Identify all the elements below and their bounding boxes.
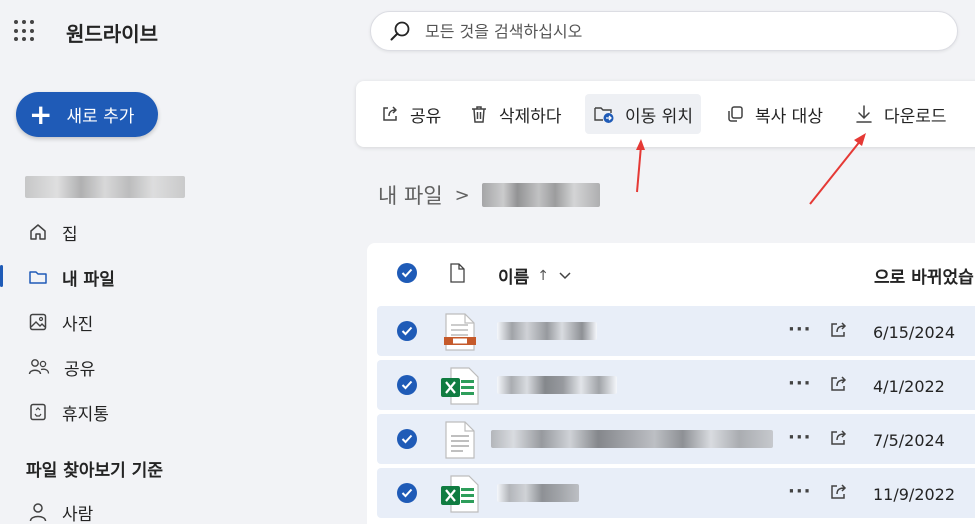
breadcrumb-current-redacted[interactable] bbox=[481, 183, 600, 207]
breadcrumb: 내 파일 > bbox=[378, 180, 600, 210]
breadcrumb-root[interactable]: 내 파일 bbox=[378, 180, 443, 210]
modified-date: 6/15/2024 bbox=[873, 323, 956, 342]
annotation-arrow-move bbox=[636, 139, 645, 193]
modified-date: 11/9/2022 bbox=[873, 485, 956, 504]
powerpoint-file-icon bbox=[444, 313, 476, 351]
trash-icon bbox=[472, 106, 486, 123]
sidebar-item-people[interactable]: 사람 bbox=[0, 492, 330, 524]
annotation-arrow-download bbox=[809, 133, 866, 205]
sidebar-item-label: 사진 bbox=[62, 314, 94, 335]
account-name-redacted bbox=[25, 176, 185, 198]
breadcrumb-separator: > bbox=[454, 184, 470, 206]
row-checkbox[interactable] bbox=[397, 375, 417, 395]
more-options-icon[interactable]: ··· bbox=[788, 319, 812, 340]
excel-file-icon bbox=[441, 475, 479, 513]
move-to-label: 이동 위치 bbox=[625, 106, 693, 127]
modified-date: 4/1/2022 bbox=[873, 377, 945, 396]
app-launcher-icon[interactable] bbox=[14, 20, 36, 42]
sort-ascending-icon: ↑ bbox=[537, 267, 550, 284]
folder-icon bbox=[29, 271, 47, 284]
column-name-label: 이름 bbox=[498, 268, 530, 288]
column-header-modified[interactable]: 으로 바뀌었습 bbox=[874, 263, 974, 288]
sidebar-item-label: 공유 bbox=[64, 359, 96, 380]
sidebar-item-label: 내 파일 bbox=[62, 269, 115, 290]
person-icon bbox=[29, 503, 47, 522]
row-checkbox[interactable] bbox=[397, 429, 417, 449]
chevron-down-icon[interactable] bbox=[559, 271, 571, 280]
copy-icon bbox=[728, 106, 743, 122]
sidebar-item-label: 사람 bbox=[62, 504, 94, 524]
sidebar-item-label: 휴지통 bbox=[62, 404, 109, 425]
copy-to-label: 복사 대상 bbox=[755, 106, 823, 127]
file-name-redacted[interactable] bbox=[491, 430, 773, 448]
people-icon bbox=[28, 359, 50, 375]
modified-date: 7/5/2024 bbox=[873, 431, 945, 450]
share-icon bbox=[383, 106, 397, 121]
download-label: 다운로드 bbox=[884, 106, 947, 127]
document-file-icon bbox=[445, 421, 475, 459]
excel-file-icon bbox=[441, 367, 479, 405]
checkmark-icon bbox=[401, 268, 413, 278]
download-icon bbox=[856, 105, 872, 123]
delete-button[interactable]: 삭제하다 bbox=[461, 94, 570, 134]
more-options-icon[interactable]: ··· bbox=[788, 481, 812, 502]
more-options-icon[interactable]: ··· bbox=[788, 373, 812, 394]
sidebar-item-label: 집 bbox=[62, 224, 78, 245]
row-checkbox[interactable] bbox=[397, 321, 417, 341]
sidebar-item-recycle-bin[interactable]: 휴지통 bbox=[0, 392, 330, 432]
sidebar-item-my-files[interactable]: 내 파일 bbox=[0, 257, 330, 297]
browse-by-heading: 파일 찾아보기 기준 bbox=[26, 461, 163, 481]
share-button[interactable]: 공유 bbox=[372, 94, 449, 134]
recycle-bin-icon bbox=[30, 403, 46, 421]
folder-move-icon bbox=[594, 107, 614, 123]
search-icon bbox=[390, 21, 410, 41]
checkmark-icon bbox=[401, 488, 413, 498]
file-name-redacted[interactable] bbox=[497, 376, 617, 394]
row-checkbox[interactable] bbox=[397, 483, 417, 503]
file-name-redacted[interactable] bbox=[497, 322, 597, 340]
new-button[interactable]: + 새로 추가 bbox=[16, 92, 158, 137]
column-header-name[interactable]: 이름 ↑ bbox=[498, 263, 571, 288]
sidebar-item-photos[interactable]: 사진 bbox=[0, 302, 330, 342]
sidebar-item-shared[interactable]: 공유 bbox=[0, 347, 330, 387]
share-icon[interactable] bbox=[829, 483, 849, 501]
delete-label: 삭제하다 bbox=[499, 106, 562, 127]
checkmark-icon bbox=[401, 434, 413, 444]
file-name-redacted[interactable] bbox=[497, 484, 579, 502]
checkmark-icon bbox=[401, 380, 413, 390]
app-title[interactable]: 원드라이브 bbox=[66, 18, 158, 47]
plus-icon: + bbox=[29, 97, 53, 131]
search-input[interactable] bbox=[425, 21, 905, 41]
new-button-label: 새로 추가 bbox=[66, 107, 135, 127]
move-to-button[interactable]: 이동 위치 bbox=[585, 94, 701, 134]
sidebar-item-home[interactable]: 집 bbox=[0, 212, 330, 252]
file-type-header-icon bbox=[450, 263, 465, 283]
share-icon[interactable] bbox=[829, 375, 849, 393]
checkmark-icon bbox=[401, 326, 413, 336]
share-icon[interactable] bbox=[829, 429, 849, 447]
share-icon[interactable] bbox=[829, 321, 849, 339]
select-all-checkbox[interactable] bbox=[397, 263, 417, 283]
home-icon bbox=[30, 224, 46, 240]
share-label: 공유 bbox=[410, 106, 442, 127]
search-box[interactable] bbox=[370, 11, 958, 51]
more-options-icon[interactable]: ··· bbox=[788, 427, 812, 448]
photo-icon bbox=[29, 313, 47, 331]
